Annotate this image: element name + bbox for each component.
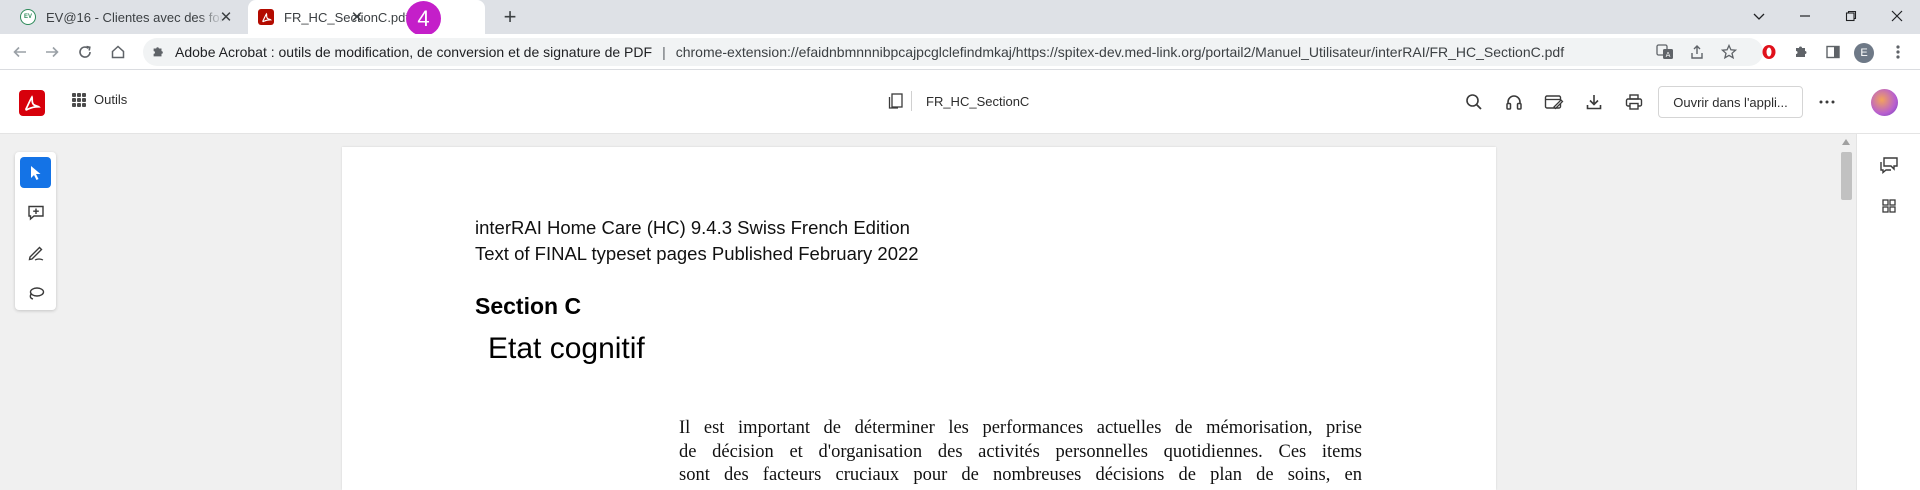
pen-icon: [28, 246, 43, 261]
close-window-button[interactable]: [1874, 0, 1920, 32]
minimize-button[interactable]: [1782, 0, 1828, 32]
scroll-up-arrow-icon[interactable]: [1842, 139, 1850, 145]
extensions-button[interactable]: [1787, 38, 1815, 66]
url-text: chrome-extension://efaidnbmnnnibpcajpcgl…: [675, 44, 1565, 60]
tab-strip: EV EV@16 - Clientes avec des formulaires…: [0, 0, 1920, 36]
reload-icon: [79, 45, 91, 58]
lasso-tool[interactable]: [20, 277, 51, 308]
kebab-menu-icon: [1896, 45, 1900, 59]
restore-button[interactable]: [1828, 0, 1874, 32]
bookmark-button[interactable]: [1715, 38, 1743, 66]
user-avatar[interactable]: [1871, 89, 1898, 116]
tools-button[interactable]: Outils: [72, 92, 127, 107]
arrow-right-icon: [46, 46, 59, 58]
comments-button[interactable]: [1878, 154, 1900, 176]
tab-ev16[interactable]: EV EV@16 - Clientes avec des formulaires…: [8, 0, 243, 34]
close-icon[interactable]: ✕: [348, 8, 366, 26]
acrobat-header: Outils FR_HC_SectionC Ouvrir dans l'appl…: [0, 70, 1920, 134]
extension-puzzle-icon: [149, 45, 167, 59]
translate-icon: A: [1656, 44, 1673, 59]
pages-icon[interactable]: [887, 92, 905, 110]
browser-menu-button[interactable]: [1884, 38, 1912, 66]
headphones-icon: [1506, 95, 1522, 110]
paragraph-line: sont des facteurs cruciaux pour de nombr…: [679, 465, 1362, 485]
side-panel-icon: [1826, 45, 1840, 59]
restore-icon: [1845, 10, 1857, 22]
add-comment-tool[interactable]: [20, 197, 51, 228]
download-icon: [1586, 95, 1602, 110]
lasso-icon: [29, 286, 44, 300]
translate-button[interactable]: A: [1651, 38, 1679, 66]
browser-toolbar: Adobe Acrobat : outils de modification, …: [0, 34, 1920, 70]
tab-search-button[interactable]: [1736, 0, 1782, 32]
thumbnails-grid-icon: [1882, 199, 1896, 213]
home-button[interactable]: [105, 39, 131, 65]
side-panel-button[interactable]: [1819, 38, 1847, 66]
reload-button[interactable]: [72, 39, 98, 65]
forward-button[interactable]: [39, 39, 65, 65]
minimize-icon: [1800, 15, 1810, 17]
pdf-icon: [258, 9, 274, 25]
home-icon: [111, 45, 125, 59]
download-button[interactable]: [1582, 90, 1606, 114]
paragraph-line: Il est important de déterminer les perfo…: [679, 418, 1362, 438]
share-button[interactable]: [1683, 38, 1711, 66]
opera-extension-button[interactable]: [1755, 38, 1783, 66]
tab-title: EV@16 - Clientes avec des formulaires: [46, 9, 224, 25]
omnibox-separator: |: [662, 44, 666, 60]
vertical-scrollbar[interactable]: [1837, 134, 1856, 490]
tab-title: FR_HC_SectionC.pdf: [284, 9, 409, 25]
fill-sign-button[interactable]: [1542, 90, 1566, 114]
print-button[interactable]: [1622, 90, 1646, 114]
thumbnails-button[interactable]: [1878, 195, 1900, 217]
divider: [911, 91, 912, 111]
close-icon[interactable]: ✕: [217, 8, 235, 26]
back-button[interactable]: [7, 39, 33, 65]
pdf-page[interactable]: interRAI Home Care (HC) 9.4.3 Swiss Fren…: [342, 147, 1496, 490]
tool-rail: [15, 152, 56, 310]
arrow-left-icon: [13, 46, 26, 58]
step-badge: 4: [406, 1, 441, 36]
acrobat-logo-icon[interactable]: [19, 90, 45, 116]
document-header-line: interRAI Home Care (HC) 9.4.3 Swiss Fren…: [475, 217, 910, 238]
ev16-icon: EV: [20, 9, 36, 25]
puzzle-icon: [1796, 46, 1807, 57]
more-horizontal-icon: [1819, 100, 1835, 104]
draw-tool[interactable]: [20, 237, 51, 268]
printer-icon: [1625, 94, 1643, 110]
share-icon: [1691, 45, 1703, 59]
body-paragraph: Il est important de déterminer les perfo…: [679, 417, 1362, 488]
document-name: FR_HC_SectionC: [926, 93, 1030, 109]
site-label: Adobe Acrobat : outils de modification, …: [175, 44, 653, 60]
scrollbar-thumb[interactable]: [1841, 152, 1852, 200]
open-in-app-button[interactable]: Ouvrir dans l'appli...: [1658, 86, 1803, 118]
star-icon: [1721, 44, 1737, 60]
more-options-button[interactable]: [1815, 90, 1839, 114]
read-aloud-button[interactable]: [1502, 90, 1526, 114]
profile-avatar[interactable]: E: [1854, 43, 1874, 63]
tab-fr-hc-sectionc[interactable]: FR_HC_SectionC.pdf ✕: [248, 0, 485, 34]
section-heading: Etat cognitif: [488, 332, 645, 365]
section-label: Section C: [475, 293, 582, 319]
right-panel: [1856, 134, 1920, 490]
svg-text:A: A: [1666, 51, 1671, 59]
close-icon: [1891, 10, 1903, 22]
search-icon: [1466, 94, 1482, 110]
paragraph-line: de décision et d'organisation des activi…: [679, 441, 1362, 462]
tools-label: Outils: [94, 92, 128, 107]
search-button[interactable]: [1462, 90, 1486, 114]
new-tab-button[interactable]: +: [497, 4, 523, 30]
fill-sign-icon: [1544, 95, 1564, 110]
comment-add-icon: [27, 205, 44, 221]
select-tool[interactable]: [20, 157, 51, 188]
comments-icon: [1880, 157, 1898, 174]
grid-icon: [72, 92, 86, 107]
cursor-icon: [30, 165, 40, 180]
chevron-down-icon: [1753, 13, 1765, 20]
document-title-area: FR_HC_SectionC: [887, 91, 1029, 111]
opera-icon: [1762, 45, 1776, 59]
address-bar[interactable]: Adobe Acrobat : outils de modification, …: [143, 38, 1763, 66]
document-header-line: Text of FINAL typeset pages Published Fe…: [475, 243, 919, 264]
